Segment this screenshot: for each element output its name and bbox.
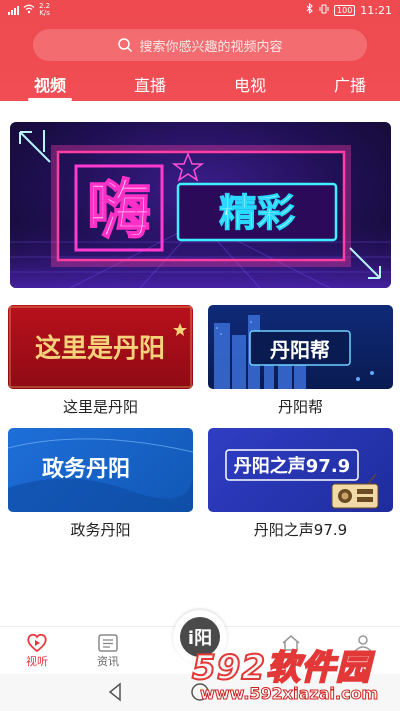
tab-live[interactable]: 直播 bbox=[100, 70, 200, 101]
card-label: 这里是丹阳 bbox=[62, 398, 138, 416]
watermark: 592软件园 www.592xiazai.com bbox=[191, 640, 397, 710]
bluetooth-icon bbox=[306, 2, 314, 17]
tab-bar: 视频 直播 电视 广播 bbox=[0, 70, 400, 101]
radio-icon bbox=[331, 473, 379, 509]
play-heart-icon bbox=[27, 633, 47, 653]
banner-text-small: 精彩 bbox=[219, 191, 295, 235]
watermark-big: 592软件园 bbox=[191, 647, 371, 689]
nav-item-zixun[interactable]: 资讯 bbox=[83, 633, 133, 669]
tab-radio[interactable]: 广播 bbox=[300, 70, 400, 101]
card-thumb-text: 这里是丹阳 bbox=[35, 333, 165, 364]
card-label: 丹阳之声97.9 bbox=[253, 521, 348, 539]
search-placeholder: 搜索你感兴趣的视频内容 bbox=[139, 39, 283, 55]
nav-label: 视听 bbox=[26, 655, 48, 668]
news-icon bbox=[98, 634, 118, 652]
tab-tv[interactable]: 电视 bbox=[200, 70, 300, 101]
back-icon[interactable] bbox=[108, 682, 121, 702]
banner[interactable]: 嗨 精彩 bbox=[10, 122, 391, 288]
card-zhengwu-danyang[interactable]: 政务丹阳 政务丹阳 bbox=[8, 428, 193, 540]
card-zhelishi-danyang[interactable]: 这里是丹阳 这里是丹阳 bbox=[8, 305, 193, 417]
card-danyang-zhisheng[interactable]: 丹阳之声97.9 丹阳之声97.9 bbox=[208, 428, 393, 540]
watermark-url: www.592xiazai.com bbox=[199, 684, 379, 704]
card-label: 丹阳帮 bbox=[277, 398, 323, 416]
card-thumb: 丹阳之声97.9 bbox=[208, 428, 393, 512]
clock: 11:21 bbox=[360, 3, 392, 17]
banner-text-big: 嗨 bbox=[87, 174, 151, 248]
card-label: 政务丹阳 bbox=[70, 521, 131, 539]
wifi-icon bbox=[23, 4, 35, 17]
card-thumb: 这里是丹阳 bbox=[8, 305, 193, 389]
header: 2.2 K/s 100 11:21 搜索你感兴趣的视频内容 视频 直播 电视 广播 bbox=[0, 0, 400, 101]
search-input[interactable]: 搜索你感兴趣的视频内容 bbox=[33, 29, 367, 61]
card-danyang-bang[interactable]: 丹阳帮 丹阳帮 bbox=[208, 305, 393, 417]
nav-item-shiting[interactable]: 视听 bbox=[12, 633, 62, 669]
status-bar: 2.2 K/s 100 11:21 bbox=[0, 0, 400, 22]
card-thumb: 政务丹阳 bbox=[8, 428, 193, 512]
card-thumb-text: 丹阳帮 bbox=[270, 338, 330, 362]
tab-video[interactable]: 视频 bbox=[0, 70, 100, 101]
vibrate-icon bbox=[319, 4, 329, 17]
signal-icon bbox=[8, 5, 19, 15]
nav-label: 资讯 bbox=[97, 655, 119, 668]
net-speed: 2.2 K/s bbox=[39, 2, 51, 17]
banner-art: 嗨 精彩 bbox=[10, 130, 391, 288]
search-icon bbox=[118, 38, 133, 53]
card-thumb-text: 政务丹阳 bbox=[42, 456, 130, 482]
card-thumb-text: 丹阳之声97.9 bbox=[234, 455, 350, 477]
card-thumb: 丹阳帮 bbox=[208, 305, 393, 389]
battery-indicator: 100 bbox=[334, 4, 356, 16]
